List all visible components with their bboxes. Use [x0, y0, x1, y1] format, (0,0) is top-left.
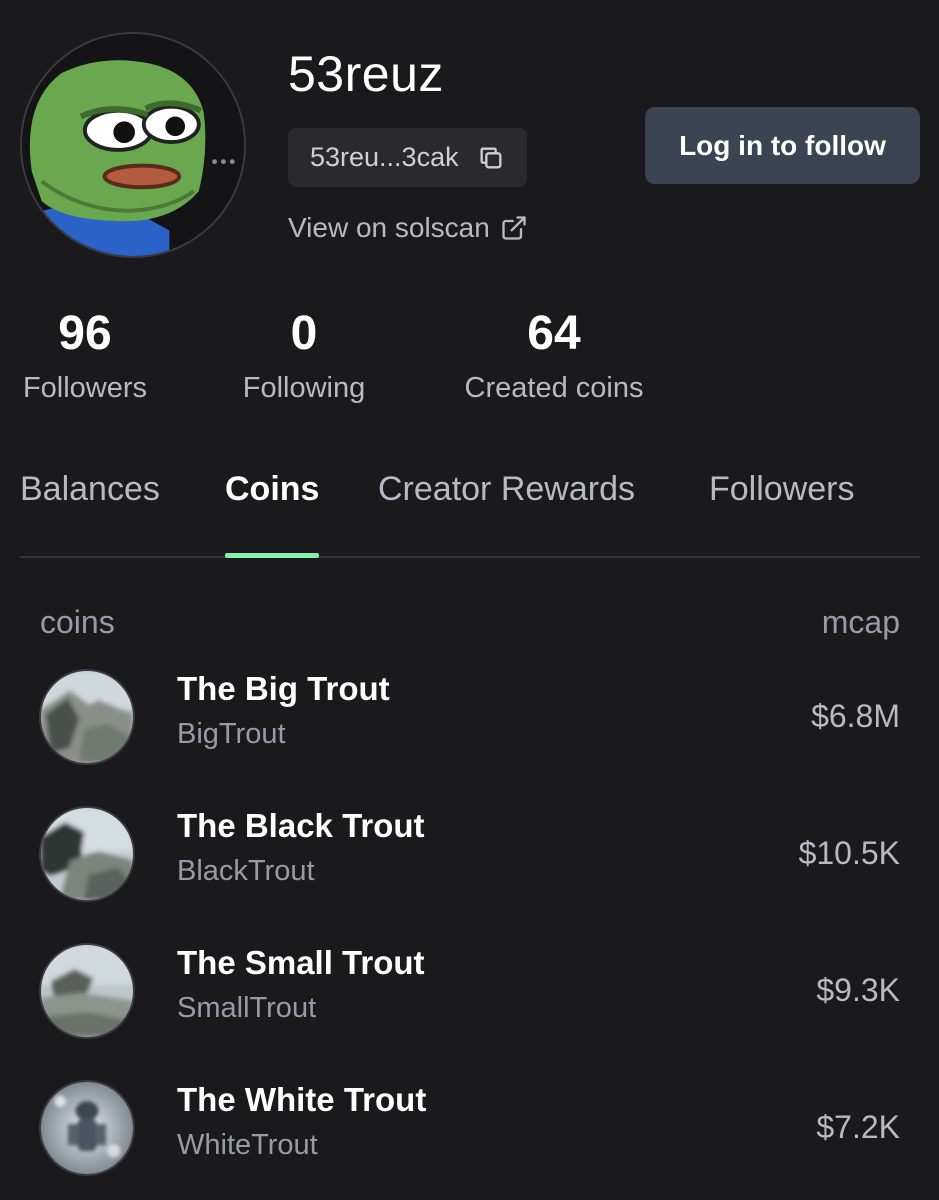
- external-link-icon: [502, 216, 526, 240]
- copy-icon[interactable]: [477, 144, 505, 172]
- coin-row[interactable]: The White Trout WhiteTrout $7.2K: [20, 1079, 900, 1179]
- wallet-address: 53reu...3cak: [310, 142, 459, 172]
- stat-value: 64: [527, 307, 581, 360]
- stat-value: 0: [290, 307, 318, 360]
- tab-creator-rewards[interactable]: Creator Rewards: [378, 470, 635, 509]
- solscan-link[interactable]: View on solscan: [288, 212, 528, 244]
- tab-balances[interactable]: Balances: [20, 470, 160, 509]
- rocky-coast-image-icon: [41, 808, 133, 900]
- stat-followers[interactable]: 96 Followers: [23, 306, 147, 408]
- coin-name: The Small Trout: [177, 944, 425, 981]
- active-tab-indicator: [225, 553, 319, 558]
- stat-label: Created coins: [464, 372, 644, 404]
- wallet-address-copy[interactable]: 53reu...3cak: [288, 128, 527, 187]
- stat-label: Following: [242, 372, 366, 404]
- profile-tabs: Balances Coins Creator Rewards Followers: [20, 462, 920, 558]
- ice-figure-image-icon: [41, 1082, 133, 1174]
- coin-market-cap: $6.8M: [811, 698, 900, 734]
- coin-market-cap: $9.3K: [816, 972, 900, 1008]
- login-to-follow-button[interactable]: Log in to follow: [645, 107, 920, 184]
- coin-ticker: BigTrout: [177, 718, 286, 750]
- avatar: [20, 32, 246, 258]
- column-header-coins: coins: [40, 604, 115, 640]
- coin-market-cap: $10.5K: [798, 835, 900, 871]
- stat-value: 96: [58, 307, 112, 360]
- coin-row[interactable]: The Small Trout SmallTrout $9.3K: [20, 942, 900, 1042]
- coin-ticker: SmallTrout: [177, 992, 317, 1024]
- coin-row[interactable]: The Big Trout BigTrout $6.8M: [20, 668, 900, 768]
- stat-label: Followers: [22, 372, 148, 404]
- stat-following[interactable]: 0 Following: [243, 306, 366, 408]
- solscan-link-label: View on solscan: [288, 212, 490, 243]
- stat-created-coins[interactable]: 64 Created coins: [465, 306, 644, 408]
- rocky-coast-image-icon: [41, 945, 133, 1037]
- coin-thumbnail: [39, 669, 135, 765]
- coin-name: The White Trout: [177, 1081, 427, 1118]
- tab-coins[interactable]: Coins: [225, 470, 319, 509]
- coin-ticker: BlackTrout: [177, 855, 315, 887]
- coin-name: The Big Trout: [177, 670, 390, 707]
- rocky-coast-image-icon: [41, 671, 133, 763]
- username: 53reuz: [288, 46, 444, 102]
- coin-thumbnail: [39, 943, 135, 1039]
- coin-row[interactable]: The Black Trout BlackTrout $10.5K: [20, 805, 900, 905]
- profile-page: 53reuz 53reu...3cak View on solscan Log …: [0, 0, 939, 1200]
- coin-market-cap: $7.2K: [816, 1109, 900, 1145]
- tab-followers[interactable]: Followers: [709, 470, 854, 509]
- coin-thumbnail: [39, 806, 135, 902]
- coin-name: The Black Trout: [177, 807, 425, 844]
- column-header-mcap: mcap: [821, 604, 900, 640]
- coin-thumbnail: [39, 1080, 135, 1176]
- frog-avatar-icon: [22, 34, 244, 256]
- coin-ticker: WhiteTrout: [177, 1129, 318, 1161]
